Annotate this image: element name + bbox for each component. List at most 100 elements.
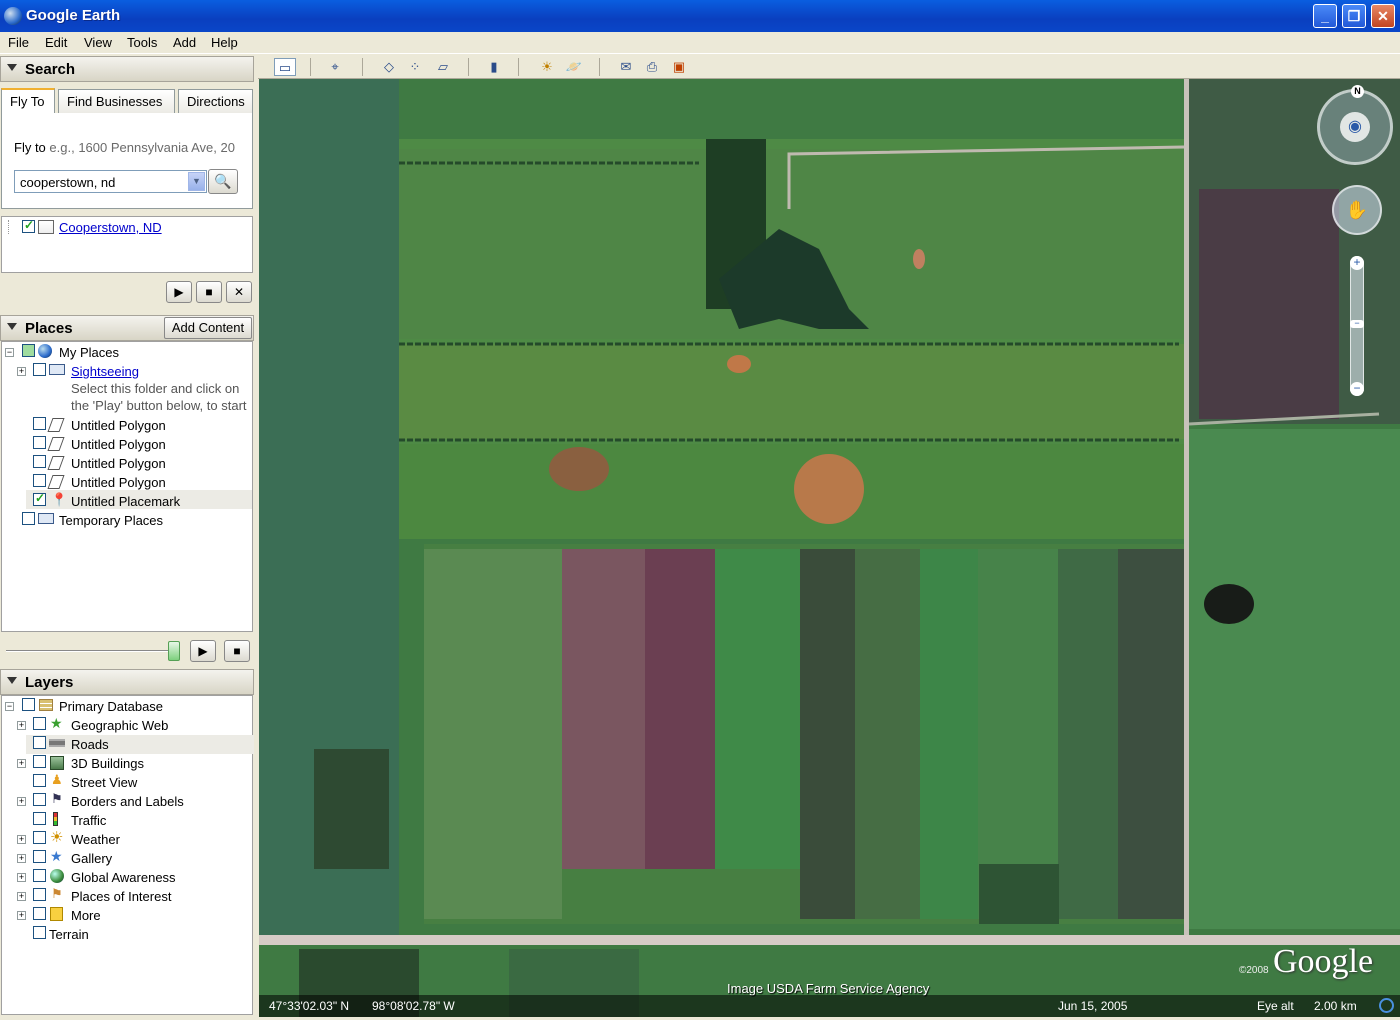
planet-icon[interactable]: 🪐 [563, 58, 585, 76]
search-button[interactable]: 🔍 [208, 169, 238, 194]
add-content-button[interactable]: Add Content [164, 317, 252, 339]
tree-polygon[interactable]: Untitled Polygon [71, 418, 166, 436]
checkbox-polygon-3[interactable] [33, 455, 46, 468]
tour-slider-thumb[interactable] [168, 641, 180, 661]
layer-borders-labels[interactable]: Borders and Labels [71, 794, 184, 812]
layer-geographic-web[interactable]: Geographic Web [71, 718, 168, 736]
checkbox-roads[interactable] [33, 736, 46, 749]
layer-global-awareness[interactable]: Global Awareness [71, 870, 176, 888]
checkbox-borders-labels[interactable] [33, 793, 46, 806]
tree-sightseeing[interactable]: Sightseeing [71, 364, 139, 382]
layers-panel-header[interactable]: Layers [0, 669, 254, 695]
checkbox-global-awareness[interactable] [33, 869, 46, 882]
zoom-out-icon[interactable]: − [1350, 382, 1364, 396]
sunlight-icon[interactable]: ☀ [536, 58, 558, 76]
layer-places-of-interest[interactable]: Places of Interest [71, 889, 171, 907]
checkbox-placemark[interactable] [33, 491, 46, 506]
sidebar-toggle-icon[interactable]: ▭ [274, 58, 296, 76]
tree-polygon[interactable]: Untitled Polygon [71, 437, 166, 455]
layer-gallery[interactable]: Gallery [71, 851, 112, 869]
expander-geographic-web[interactable]: + [17, 721, 26, 730]
checkbox-temporary-places[interactable] [22, 512, 35, 525]
play-button[interactable]: ▶ [166, 281, 192, 303]
checkbox-weather[interactable] [33, 831, 46, 844]
checkbox-polygon-1[interactable] [33, 417, 46, 430]
expander-3d-buildings[interactable]: + [17, 759, 26, 768]
print-icon[interactable]: ⎙ [641, 58, 663, 76]
layer-3d-buildings[interactable]: 3D Buildings [71, 756, 144, 774]
menu-view[interactable]: View [84, 35, 112, 50]
placemark-tool-icon[interactable]: ⌖ [324, 58, 346, 76]
expander-more[interactable]: + [17, 911, 26, 920]
expander-my-places[interactable]: − [5, 348, 14, 357]
expander-global-awareness[interactable]: + [17, 873, 26, 882]
sun-icon: ☀ [50, 829, 64, 846]
search-input[interactable]: cooperstown, nd ▼ [14, 170, 207, 193]
checkbox-more[interactable] [33, 907, 46, 920]
checkbox-my-places[interactable] [22, 344, 35, 357]
tree-polygon[interactable]: Untitled Polygon [71, 456, 166, 474]
look-control[interactable]: N ◉ [1317, 85, 1393, 165]
result-checkbox[interactable] [22, 218, 35, 233]
expander-primary-database[interactable]: − [5, 702, 14, 711]
polygon-tool-icon[interactable]: ◇ [378, 58, 400, 76]
menu-help[interactable]: Help [211, 35, 238, 50]
checkbox-street-view[interactable] [33, 774, 46, 787]
north-indicator[interactable]: N [1351, 85, 1364, 98]
checkbox-3d-buildings[interactable] [33, 755, 46, 768]
map-view[interactable]: N ◉ ✋ + − − Image USDA Farm Service Agen… [259, 79, 1400, 1017]
tree-temporary-places[interactable]: Temporary Places [59, 513, 163, 531]
expander-gallery[interactable]: + [17, 854, 26, 863]
clear-button[interactable]: ✕ [226, 281, 252, 303]
layer-terrain[interactable]: Terrain [49, 927, 89, 945]
tab-directions[interactable]: Directions [178, 89, 253, 113]
menu-file[interactable]: File [8, 35, 29, 50]
layer-more[interactable]: More [71, 908, 101, 926]
maps-icon[interactable]: ▣ [668, 58, 690, 76]
places-panel-header[interactable]: Places Add Content [0, 315, 254, 341]
tab-fly-to[interactable]: Fly To [1, 88, 55, 114]
menu-add[interactable]: Add [173, 35, 196, 50]
layer-traffic[interactable]: Traffic [71, 813, 106, 831]
expander-weather[interactable]: + [17, 835, 26, 844]
tour-slider-track[interactable] [6, 650, 178, 652]
layer-primary-database[interactable]: Primary Database [59, 699, 163, 717]
layer-street-view[interactable]: Street View [71, 775, 137, 793]
tree-placemark[interactable]: Untitled Placemark [71, 494, 180, 512]
checkbox-traffic[interactable] [33, 812, 46, 825]
checkbox-polygon-4[interactable] [33, 474, 46, 487]
checkbox-geographic-web[interactable] [33, 717, 46, 730]
checkbox-places-of-interest[interactable] [33, 888, 46, 901]
path-tool-icon[interactable]: ⁘ [404, 58, 426, 76]
checkbox-sightseeing[interactable] [33, 363, 46, 376]
dropdown-arrow-icon[interactable]: ▼ [188, 172, 205, 191]
move-control[interactable]: ✋ [1332, 185, 1382, 235]
menu-tools[interactable]: Tools [127, 35, 157, 50]
expander-sightseeing[interactable]: + [17, 367, 26, 376]
close-button[interactable]: ✕ [1371, 4, 1395, 28]
zoom-thumb[interactable]: − [1350, 319, 1364, 328]
overlay-tool-icon[interactable]: ▱ [432, 58, 454, 76]
tour-play-button[interactable]: ▶ [190, 640, 216, 662]
email-icon[interactable]: ✉ [615, 58, 637, 76]
zoom-slider[interactable]: + − − [1350, 256, 1364, 396]
zoom-in-icon[interactable]: + [1350, 256, 1364, 270]
ruler-icon[interactable]: ▮ [483, 58, 505, 76]
stop-button[interactable]: ■ [196, 281, 222, 303]
checkbox-polygon-2[interactable] [33, 436, 46, 449]
checkbox-gallery[interactable] [33, 850, 46, 863]
tab-find-businesses[interactable]: Find Businesses [58, 89, 175, 113]
expander-borders[interactable]: + [17, 797, 26, 806]
maximize-button[interactable]: ❐ [1342, 4, 1366, 28]
expander-places-of-interest[interactable]: + [17, 892, 26, 901]
result-link[interactable]: Cooperstown, ND [59, 220, 162, 235]
search-panel-header[interactable]: Search [0, 56, 254, 82]
layer-roads[interactable]: Roads [71, 737, 109, 755]
checkbox-terrain[interactable] [33, 926, 46, 939]
layer-weather[interactable]: Weather [71, 832, 120, 850]
tour-stop-button[interactable]: ■ [224, 640, 250, 662]
minimize-button[interactable]: _ [1313, 4, 1337, 28]
tree-my-places[interactable]: My Places [59, 345, 119, 363]
menu-edit[interactable]: Edit [45, 35, 67, 50]
checkbox-primary-database[interactable] [22, 698, 35, 711]
